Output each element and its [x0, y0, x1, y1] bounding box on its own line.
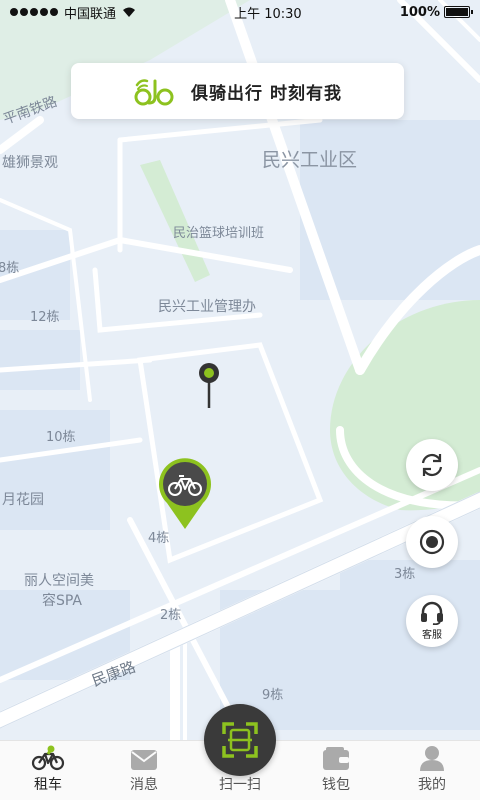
map-label-garden: 月花园: [2, 492, 44, 508]
map-label-spa: 丽人空间美: [24, 573, 94, 589]
bike-icon: [31, 745, 65, 771]
tab-label: 租车: [34, 777, 62, 793]
battery-icon: [443, 6, 473, 18]
headset-icon: [421, 601, 443, 625]
map-label-district: 民兴工业区: [262, 149, 358, 171]
banner-slogan: 俱骑出行 时刻有我: [191, 83, 342, 104]
locate-button[interactable]: [406, 516, 458, 568]
refresh-icon: [421, 453, 443, 477]
bike-wheels-logo-icon: [134, 79, 174, 106]
battery-status: 100%: [399, 4, 473, 20]
tab-wallet[interactable]: 钱包: [288, 741, 384, 800]
map-label-building: 3栋: [394, 567, 416, 582]
user-icon: [420, 746, 444, 771]
refresh-button[interactable]: [406, 439, 458, 491]
status-time: 上午 10:30: [234, 6, 302, 22]
map-label-building: 9栋: [262, 688, 284, 703]
tab-messages[interactable]: 消息: [96, 741, 192, 800]
customer-service-button[interactable]: 客服: [406, 595, 458, 647]
wifi-icon: [123, 7, 136, 17]
wallet-icon: [323, 747, 349, 770]
battery-percent: 100%: [399, 4, 440, 20]
map-label-landmark: 雄狮景观: [2, 155, 58, 171]
service-label: 客服: [422, 630, 442, 641]
map-label-building: 2栋: [160, 608, 182, 623]
bike-location-pin[interactable]: [157, 457, 213, 531]
scan-button[interactable]: [204, 704, 276, 776]
slogan-banner: 俱骑出行 时刻有我: [71, 63, 404, 119]
map-label-management: 民兴工业管理办: [158, 299, 256, 315]
map-label-building: 10栋: [46, 430, 76, 445]
tab-label: 我的: [418, 777, 446, 793]
current-location-pin-icon: [199, 363, 219, 408]
map-label-spa: 容SPA: [42, 593, 83, 609]
map-label-basketball: 民治篮球培训班: [173, 226, 265, 241]
tab-label: 消息: [130, 777, 158, 793]
map-label-building: 8栋: [0, 261, 20, 276]
tab-label: 扫一扫: [219, 777, 261, 793]
tab-rent-bike[interactable]: 租车: [0, 741, 96, 800]
carrier-name: 中国联通: [64, 6, 117, 22]
message-icon: [131, 750, 157, 770]
locate-icon: [419, 529, 445, 555]
signal-carrier: 中国联通: [10, 3, 136, 22]
tab-label: 钱包: [322, 777, 350, 793]
map-label-building: 12栋: [30, 310, 60, 325]
tab-profile[interactable]: 我的: [384, 741, 480, 800]
scan-icon: [222, 722, 258, 758]
status-bar: 中国联通 上午 10:30 100%: [0, 0, 480, 24]
signal-strength-icon: [10, 8, 58, 16]
